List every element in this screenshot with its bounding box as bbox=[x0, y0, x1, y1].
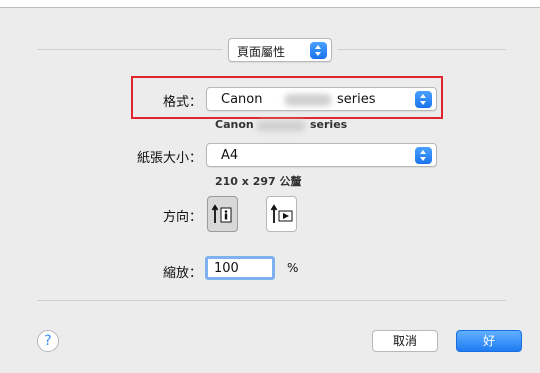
redacted-sub-model bbox=[257, 121, 305, 131]
section-popup-value: 頁面屬性 bbox=[237, 45, 286, 59]
paper-stepper-icon bbox=[415, 147, 432, 164]
paper-size-value: A4 bbox=[221, 148, 239, 163]
redacted-model bbox=[285, 94, 331, 106]
portrait-icon bbox=[211, 204, 232, 223]
section-popup[interactable]: 頁面屬性 bbox=[228, 38, 332, 62]
format-label: 格式： bbox=[162, 95, 202, 110]
format-popup[interactable]: Canon series bbox=[206, 87, 437, 111]
scale-value: 100 bbox=[214, 261, 239, 276]
divider-left bbox=[37, 49, 222, 50]
format-sub-left: Canon bbox=[215, 118, 254, 131]
format-value-right: series bbox=[337, 92, 376, 107]
paper-dimensions: 210 x 297 公釐 bbox=[215, 175, 302, 188]
orientation-label: 方向： bbox=[162, 210, 202, 225]
page-setup-dialog: 頁面屬性 格式： Canon series Canon series 紙張大小：… bbox=[0, 0, 540, 373]
ok-button[interactable]: 好 bbox=[456, 330, 522, 352]
title-bar-edge bbox=[0, 0, 540, 8]
paper-size-label: 紙張大小： bbox=[136, 151, 202, 166]
divider-right bbox=[338, 49, 506, 50]
cancel-button[interactable]: 取消 bbox=[372, 330, 438, 352]
orientation-landscape-button[interactable] bbox=[266, 196, 297, 232]
orientation-portrait-button[interactable] bbox=[207, 196, 238, 232]
scale-unit: % bbox=[287, 261, 299, 275]
help-button[interactable]: ? bbox=[37, 330, 59, 352]
paper-size-popup[interactable]: A4 bbox=[206, 143, 437, 167]
help-icon: ? bbox=[44, 333, 52, 349]
format-stepper-icon bbox=[415, 91, 432, 108]
landscape-icon bbox=[270, 204, 293, 223]
format-sub-right: series bbox=[310, 118, 348, 131]
scale-input[interactable]: 100 bbox=[205, 256, 275, 280]
scale-label: 縮放： bbox=[162, 266, 202, 281]
section-stepper-icon bbox=[310, 42, 327, 59]
format-value-left: Canon bbox=[221, 92, 263, 107]
divider-bottom bbox=[37, 300, 506, 301]
